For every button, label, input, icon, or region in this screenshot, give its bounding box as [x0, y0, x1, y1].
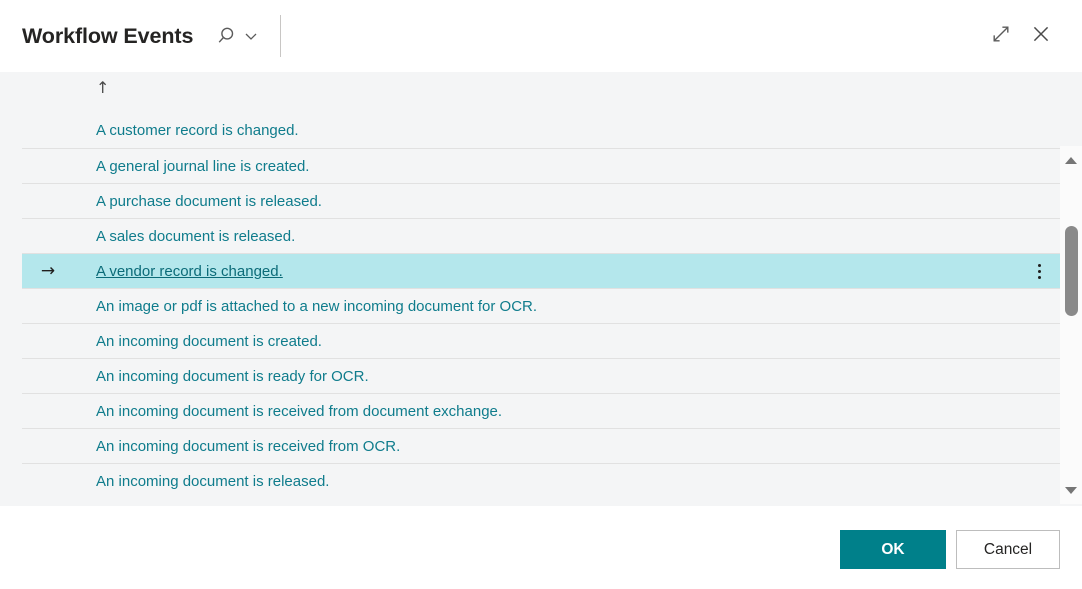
workflow-events-dialog: Workflow Events ↑ A customer record is c…: [0, 0, 1082, 589]
event-name-link[interactable]: A general journal line is created.: [74, 158, 1060, 175]
event-name-link[interactable]: A customer record is changed.: [74, 122, 1060, 139]
vertical-scrollbar[interactable]: [1060, 146, 1082, 504]
expand-icon: [990, 23, 1012, 50]
dialog-footer: OK Cancel: [0, 506, 1082, 589]
event-name-link[interactable]: An image or pdf is attached to a new inc…: [74, 298, 1060, 315]
page-title: Workflow Events: [22, 23, 194, 48]
table-row[interactable]: An incoming document is received from OC…: [22, 428, 1060, 463]
dots-glyph: [1038, 261, 1042, 282]
scroll-down-arrow[interactable]: [1060, 480, 1082, 500]
event-name-link[interactable]: An incoming document is ready for OCR.: [74, 368, 1060, 385]
triangle-down-icon: [1065, 486, 1077, 494]
table-row[interactable]: A purchase document is released.: [22, 183, 1060, 218]
event-name-link[interactable]: An incoming document is received from OC…: [74, 438, 1060, 455]
more-vertical-icon[interactable]: [1020, 261, 1060, 282]
table-row[interactable]: An incoming document is released.: [22, 463, 1060, 498]
triangle-up-icon: [1065, 156, 1077, 164]
event-name-link[interactable]: A purchase document is released.: [74, 193, 1060, 210]
chevron-down-icon[interactable]: [237, 27, 260, 45]
dialog-header: Workflow Events: [0, 0, 1082, 72]
expand-button[interactable]: [984, 19, 1018, 53]
scroll-up-arrow[interactable]: [1060, 150, 1082, 170]
event-name-link[interactable]: A sales document is released.: [74, 228, 1060, 245]
table-row[interactable]: → A vendor record is changed.: [22, 253, 1060, 288]
close-button[interactable]: [1024, 19, 1058, 53]
event-name-link[interactable]: An incoming document is created.: [74, 333, 1060, 350]
close-icon: [1030, 23, 1052, 50]
header-divider: [280, 15, 282, 57]
table-row[interactable]: A general journal line is created.: [22, 148, 1060, 183]
table-row[interactable]: An incoming document is received from do…: [22, 393, 1060, 428]
table-row[interactable]: An image or pdf is attached to a new inc…: [22, 288, 1060, 323]
table-row[interactable]: A sales document is released.: [22, 218, 1060, 253]
row-indicator: →: [40, 260, 56, 281]
table-row[interactable]: A customer record is changed.: [22, 113, 1060, 148]
header-actions: [984, 19, 1058, 53]
events-grid: ↑ A customer record is changed. A general…: [22, 72, 1060, 506]
grid-column-header: ↑: [22, 72, 1060, 113]
footer-buttons: OK Cancel: [840, 530, 1060, 569]
search-icon[interactable]: [215, 25, 237, 47]
event-name-link[interactable]: A vendor record is changed.: [74, 263, 1020, 280]
table-row[interactable]: An incoming document is ready for OCR.: [22, 358, 1060, 393]
cancel-button[interactable]: Cancel: [956, 530, 1060, 569]
table-row[interactable]: An incoming document is created.: [22, 323, 1060, 358]
sort-ascending-icon[interactable]: ↑: [96, 80, 109, 96]
event-name-link[interactable]: An incoming document is received from do…: [74, 403, 1060, 420]
ok-button[interactable]: OK: [840, 530, 946, 569]
scroll-thumb[interactable]: [1065, 226, 1078, 316]
grid-rows: A customer record is changed. A general j…: [22, 113, 1060, 506]
event-name-link[interactable]: An incoming document is released.: [74, 473, 1060, 490]
search-control[interactable]: [215, 20, 260, 52]
dialog-body: ↑ A customer record is changed. A general…: [0, 72, 1082, 506]
